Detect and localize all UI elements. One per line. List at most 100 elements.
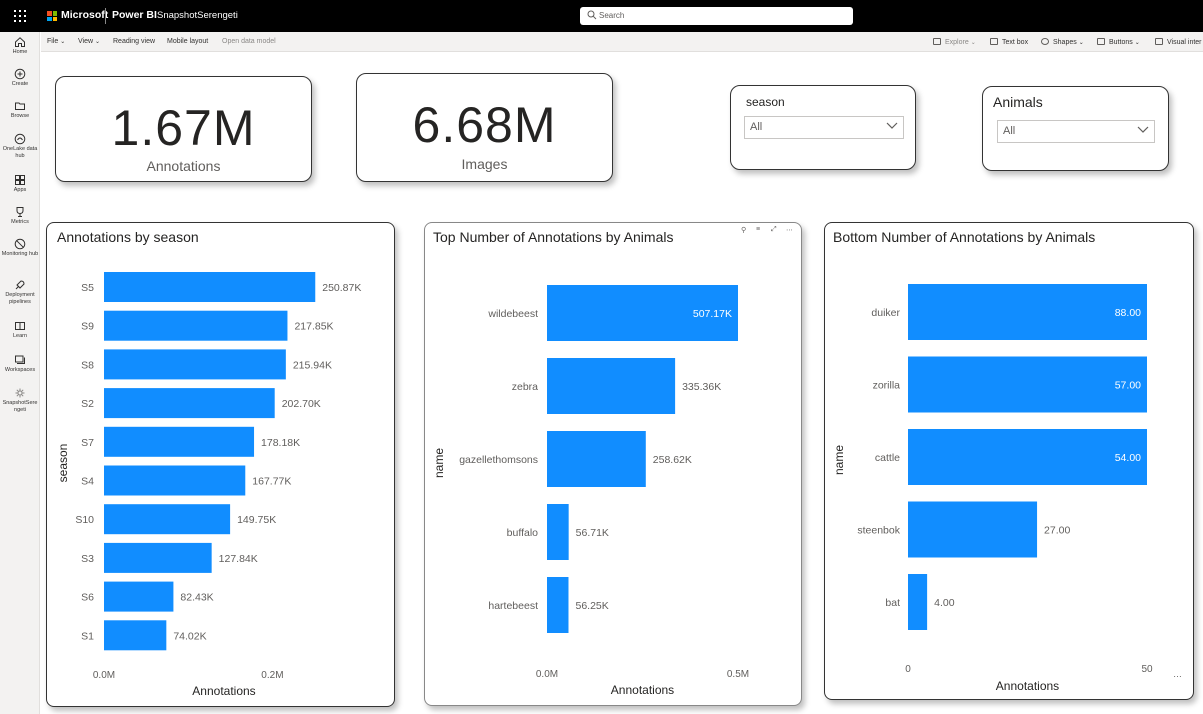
chevron-down-icon bbox=[1137, 126, 1149, 133]
nav-item-apps[interactable]: Apps bbox=[0, 174, 40, 194]
chart-plot: S5 250.87K S9 217.85K S8 215.94K S2 202.70K S7 17… bbox=[56, 272, 361, 698]
x-tick-label: 50 bbox=[1141, 664, 1153, 675]
x-axis-title: Annotations bbox=[611, 683, 674, 697]
category-label: zorilla bbox=[873, 380, 901, 392]
reading-view-button[interactable]: Reading view bbox=[113, 38, 155, 45]
y-axis-title: season bbox=[56, 444, 70, 483]
kpi-card-annotations[interactable]: 1.67M Annotations bbox=[55, 76, 312, 182]
text-box-label: Text box bbox=[1002, 39, 1029, 46]
bar[interactable] bbox=[104, 465, 246, 496]
x-tick-label: 0.0M bbox=[93, 670, 115, 681]
search-icon bbox=[587, 10, 597, 20]
view-menu-label: View bbox=[78, 38, 94, 45]
nav-item-snapshotserengeti[interactable]: SnapshotSerengeti bbox=[0, 387, 40, 413]
top-annotations-by-animals-chart[interactable]: Top Number of Annotations by Animals ⚲ ≡… bbox=[424, 222, 802, 706]
bar[interactable] bbox=[104, 272, 316, 302]
bar[interactable] bbox=[908, 356, 1147, 413]
bar[interactable] bbox=[547, 577, 569, 633]
bar[interactable] bbox=[104, 426, 255, 457]
browse-icon bbox=[15, 102, 25, 110]
view-menu[interactable]: View ⌄ bbox=[78, 38, 100, 45]
nav-item-monitoring-hub[interactable]: Monitoring hub bbox=[0, 238, 40, 258]
bar[interactable] bbox=[547, 431, 646, 487]
chevron-down-icon: ⌄ bbox=[1078, 40, 1084, 46]
nav-item-deployment-pipelines[interactable]: Deployment pipelines bbox=[0, 279, 40, 305]
slicer-title: season bbox=[746, 95, 785, 109]
nav-item-learn[interactable]: Learn bbox=[0, 320, 40, 340]
bar[interactable] bbox=[908, 574, 928, 630]
file-menu[interactable]: File ⌄ bbox=[47, 38, 65, 45]
data-label: 56.25K bbox=[575, 600, 608, 612]
create-icon bbox=[14, 68, 26, 80]
nav-item-create[interactable]: Create bbox=[0, 68, 40, 88]
bar[interactable] bbox=[104, 581, 174, 612]
animals-dropdown[interactable]: All bbox=[997, 120, 1155, 143]
workspaces-icon bbox=[15, 355, 25, 364]
category-label: steenbok bbox=[857, 525, 900, 537]
bar[interactable] bbox=[104, 542, 212, 573]
annotations-by-season-chart[interactable]: Annotations by season S5 250.87K S9 217.85K… bbox=[46, 222, 395, 707]
y-axis-title: name bbox=[832, 445, 846, 475]
bar[interactable] bbox=[547, 504, 569, 560]
mobile-layout-button[interactable]: Mobile layout bbox=[167, 38, 208, 45]
app-launcher-icon[interactable] bbox=[14, 10, 26, 22]
file-menu-label: File bbox=[47, 38, 59, 45]
nav-item-onelake[interactable]: OneLake data hub bbox=[0, 133, 40, 159]
bar[interactable] bbox=[547, 358, 676, 414]
visual-interactions-icon bbox=[1155, 38, 1163, 45]
category-label: zebra bbox=[512, 381, 538, 393]
category-label: wildebeest bbox=[487, 308, 538, 320]
shapes-icon bbox=[1041, 38, 1049, 45]
bar[interactable] bbox=[908, 284, 1147, 340]
nav-label: SnapshotSerengeti bbox=[2, 400, 38, 413]
nav-item-home[interactable]: Home bbox=[0, 36, 40, 56]
monitoring-icon bbox=[14, 238, 26, 250]
season-dropdown[interactable]: All bbox=[744, 116, 904, 139]
deployment-icon bbox=[15, 280, 25, 290]
onelake-icon bbox=[14, 133, 26, 145]
nav-label: Monitoring hub bbox=[1, 251, 39, 257]
bar[interactable] bbox=[104, 620, 167, 651]
buttons-menu[interactable]: Buttons ⌄ bbox=[1097, 38, 1140, 46]
nav-item-metrics[interactable]: Metrics bbox=[0, 206, 40, 226]
data-label: 82.43K bbox=[180, 592, 213, 604]
chevron-down-icon: ⌄ bbox=[60, 39, 66, 45]
bar[interactable] bbox=[908, 501, 1038, 558]
bar[interactable] bbox=[104, 349, 286, 380]
search-input[interactable]: Search bbox=[580, 7, 853, 25]
open-data-model-button[interactable]: Open data model bbox=[222, 38, 276, 45]
kpi-card-images[interactable]: 6.68M Images bbox=[356, 73, 613, 182]
buttons-label: Buttons bbox=[1109, 39, 1133, 46]
x-tick-label: 0.0M bbox=[536, 669, 558, 680]
animals-slicer[interactable]: Animals All bbox=[982, 86, 1169, 171]
bar[interactable] bbox=[104, 388, 275, 419]
data-label: 54.00 bbox=[1115, 452, 1141, 464]
shapes-menu[interactable]: Shapes ⌄ bbox=[1041, 38, 1084, 46]
category-label: S9 bbox=[81, 321, 94, 333]
nav-item-workspaces[interactable]: Workspaces bbox=[0, 354, 40, 374]
product-name[interactable]: Power BI bbox=[112, 9, 157, 21]
bottom-annotations-by-animals-chart[interactable]: Bottom Number of Annotations by Animals … bbox=[824, 222, 1194, 700]
shapes-label: Shapes bbox=[1053, 39, 1077, 46]
report-name[interactable]: SnapshotSerengeti bbox=[157, 10, 238, 21]
bar[interactable] bbox=[104, 310, 288, 341]
bar[interactable] bbox=[908, 429, 1147, 485]
category-label: buffalo bbox=[507, 527, 538, 539]
nav-label: Create bbox=[11, 81, 29, 87]
data-label: 27.00 bbox=[1044, 525, 1070, 537]
data-label: 215.94K bbox=[293, 359, 332, 371]
category-label: S3 bbox=[81, 553, 94, 565]
explore-menu[interactable]: Explore ⌄ bbox=[933, 38, 976, 46]
category-label: duiker bbox=[871, 307, 900, 319]
nav-item-browse[interactable]: Browse bbox=[0, 100, 40, 120]
chevron-down-icon bbox=[886, 122, 898, 129]
chevron-down-icon: ⌄ bbox=[970, 40, 976, 46]
text-box-button[interactable]: Text box bbox=[990, 38, 1028, 46]
bar[interactable] bbox=[104, 504, 231, 535]
buttons-icon bbox=[1097, 38, 1105, 45]
season-slicer[interactable]: season All bbox=[730, 85, 916, 170]
visual-interactions-button[interactable]: Visual inter bbox=[1155, 38, 1202, 46]
search-placeholder: Search bbox=[599, 11, 625, 20]
data-label: 250.87K bbox=[322, 282, 361, 294]
top-bar: Microsoft Power BI SnapshotSerengeti Sea… bbox=[0, 0, 1203, 32]
